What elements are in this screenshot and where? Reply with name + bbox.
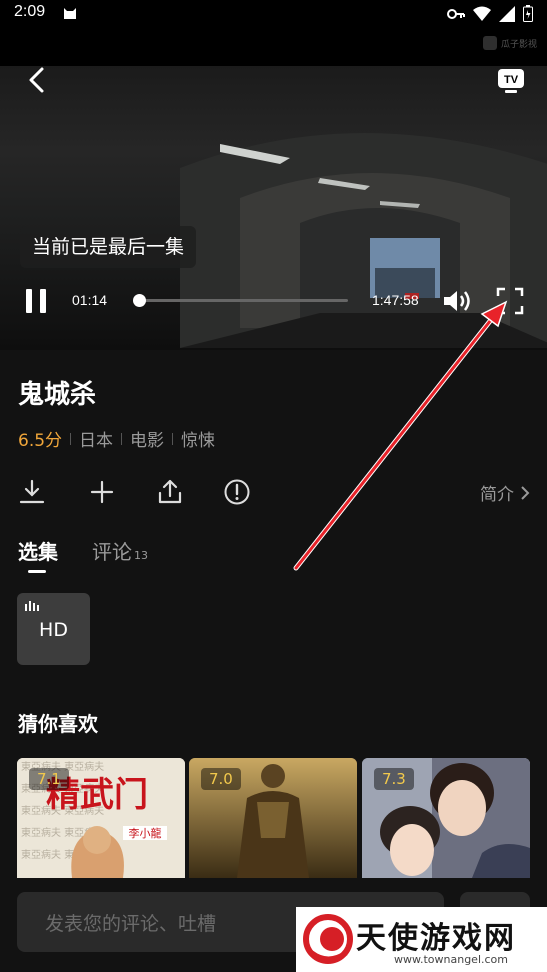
intro-label: 简介 bbox=[480, 485, 514, 505]
wifi-icon bbox=[473, 6, 491, 21]
tab-comments[interactable]: 评论 13 bbox=[92, 536, 148, 565]
video-player[interactable]: 瓜子影视 TV 当前已是最后一集 01:14 1:47:58 bbox=[0, 26, 547, 350]
recommend-card[interactable]: 7.3 bbox=[362, 758, 530, 878]
movie-title: 鬼城杀 bbox=[18, 380, 97, 410]
pause-icon-bar-left bbox=[26, 289, 32, 313]
player-controls: 01:14 1:47:58 bbox=[0, 286, 547, 316]
signal-icon bbox=[499, 5, 515, 22]
seek-thumb[interactable] bbox=[133, 294, 147, 307]
episode-hd[interactable]: HD bbox=[17, 593, 90, 665]
app-logo-icon bbox=[482, 36, 497, 50]
tv-cast-button[interactable]: TV bbox=[497, 68, 525, 94]
pause-button[interactable] bbox=[26, 289, 48, 313]
intro-link[interactable]: 简介 bbox=[480, 480, 530, 505]
status-time: 2:09 bbox=[14, 3, 46, 20]
poster-subtitle: 李小龍 bbox=[129, 826, 162, 840]
recommend-title: 猜你喜欢 bbox=[18, 712, 98, 736]
tag-type: 电影 bbox=[130, 431, 165, 451]
tab-episodes[interactable]: 选集 bbox=[18, 536, 58, 573]
recommend-card[interactable]: 7.0 bbox=[189, 758, 357, 878]
site-watermark: 天使游戏网 www.townangel.com bbox=[296, 907, 547, 972]
movie-score: 6.5分 bbox=[18, 431, 63, 451]
status-icons bbox=[447, 5, 533, 22]
rating-badge: 7.1 bbox=[29, 768, 69, 790]
site-name: 天使游戏网 bbox=[356, 921, 516, 956]
notification-cat-icon bbox=[64, 8, 76, 19]
key-icon bbox=[447, 8, 465, 19]
action-row: 简介 bbox=[18, 478, 530, 506]
download-icon[interactable] bbox=[18, 478, 46, 506]
tab-bar: 选集 评论 13 bbox=[18, 536, 182, 573]
report-icon[interactable] bbox=[223, 478, 251, 506]
current-time: 01:14 bbox=[72, 292, 108, 308]
rating-badge: 7.3 bbox=[374, 768, 414, 790]
add-favorite-icon[interactable] bbox=[88, 478, 116, 506]
seek-bar[interactable] bbox=[133, 294, 348, 307]
back-arrow-icon[interactable] bbox=[24, 66, 52, 94]
site-logo-icon bbox=[303, 914, 353, 964]
divider bbox=[121, 432, 123, 445]
volume-icon[interactable] bbox=[443, 288, 473, 314]
site-url: www.townangel.com bbox=[394, 953, 508, 966]
comment-placeholder: 发表您的评论、吐槽 bbox=[45, 913, 217, 935]
pause-icon-bar-right bbox=[40, 289, 46, 313]
episode-label: HD bbox=[39, 619, 68, 641]
chevron-right-icon bbox=[521, 485, 530, 500]
divider bbox=[172, 432, 174, 445]
share-icon[interactable] bbox=[156, 478, 184, 506]
recommend-list: 東亞病夫 東亞病夫 東亞病夫 東亞病夫 東亞病夫 東亞病夫 東亞病夫 東亞病夫 東亞病夫… bbox=[17, 758, 547, 878]
playing-bars-icon bbox=[25, 601, 39, 611]
movie-meta: 6.5分 日本 电影 惊悚 bbox=[18, 426, 215, 451]
duration: 1:47:58 bbox=[372, 292, 419, 308]
movie-info-panel: 鬼城杀 6.5分 日本 电影 惊悚 简介 选集 评论 13 HD 猜你喜欢 東亞病… bbox=[0, 350, 547, 972]
last-episode-toast: 当前已是最后一集 bbox=[20, 226, 197, 268]
player-watermark: 瓜子影视 bbox=[482, 36, 537, 50]
comment-count: 13 bbox=[134, 549, 148, 562]
battery-icon bbox=[523, 5, 533, 22]
tab-indicator bbox=[28, 570, 46, 573]
tv-icon-label: TV bbox=[504, 74, 519, 86]
tag-genre: 惊悚 bbox=[181, 431, 216, 451]
fullscreen-icon[interactable] bbox=[496, 287, 524, 315]
status-bar: 2:09 bbox=[0, 0, 547, 26]
rating-badge: 7.0 bbox=[201, 768, 241, 790]
tv-icon: TV bbox=[498, 69, 524, 93]
tag-region: 日本 bbox=[79, 431, 114, 451]
divider bbox=[70, 432, 72, 445]
recommend-card[interactable]: 東亞病夫 東亞病夫 東亞病夫 東亞病夫 東亞病夫 東亞病夫 東亞病夫 東亞病夫 東亞病夫… bbox=[17, 758, 185, 878]
